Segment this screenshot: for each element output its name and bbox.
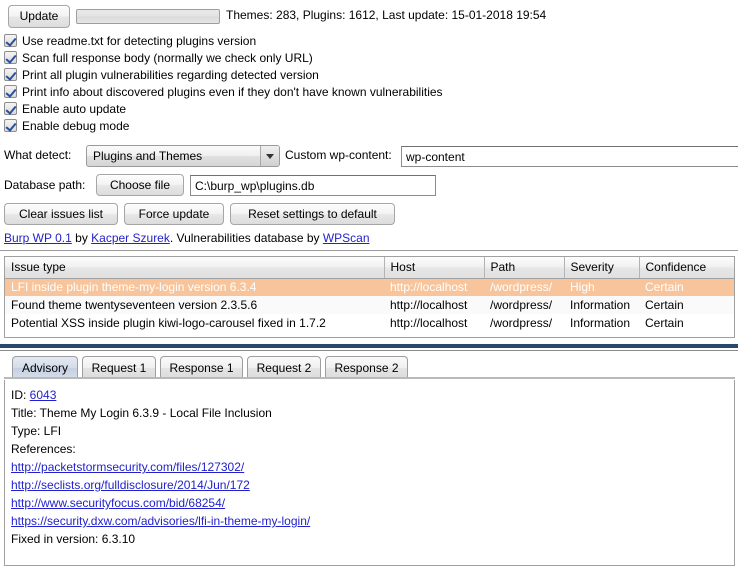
table-row[interactable]: Potential XSS inside plugin kiwi-logo-ca…	[5, 314, 734, 332]
option-label: Print all plugin vulnerabilities regardi…	[22, 67, 319, 82]
reference-link[interactable]: http://seclists.org/fulldisclosure/2014/…	[11, 478, 250, 492]
reset-settings-button[interactable]: Reset settings to default	[230, 203, 395, 225]
cell-host: http://localhost	[384, 278, 484, 296]
column-header-host[interactable]: Host	[384, 257, 485, 279]
choose-file-button[interactable]: Choose file	[96, 174, 184, 196]
reference-link[interactable]: http://packetstormsecurity.com/files/127…	[11, 460, 244, 474]
advisory-content-panel: ID: 6043 Title: Theme My Login 6.3.9 - L…	[4, 380, 735, 566]
checkbox-checked-icon[interactable]	[4, 119, 17, 132]
column-header-issue-type[interactable]: Issue type	[5, 257, 385, 279]
split-accent-line	[0, 350, 738, 351]
cell-severity: Information	[564, 314, 639, 332]
credit-by-text: by	[71, 231, 92, 245]
detect-settings-row: What detect: Plugins and Themes Custom w…	[4, 144, 738, 168]
cell-issue-type: LFI inside plugin theme-my-login version…	[5, 278, 384, 296]
option-label: Use readme.txt for detecting plugins ver…	[22, 33, 257, 48]
wpscan-link[interactable]: WPScan	[323, 231, 370, 245]
reference-link[interactable]: http://www.securityfocus.com/bid/68254/	[11, 496, 225, 510]
advisory-fixed-line: Fixed in version: 6.3.10	[11, 532, 136, 546]
advisory-reference-item: http://seclists.org/fulldisclosure/2014/…	[11, 476, 728, 494]
option-label: Enable debug mode	[22, 118, 130, 133]
burp-wp-link[interactable]: Burp WP 0.1	[4, 231, 72, 245]
advisory-type-line: Type: LFI	[11, 424, 62, 438]
advisory-reference-item: http://www.securityfocus.com/bid/68254/	[11, 494, 728, 512]
checkbox-checked-icon[interactable]	[4, 102, 17, 115]
cell-severity: High	[564, 278, 639, 296]
tab-request-1[interactable]: Request 1	[82, 356, 156, 379]
checkbox-checked-icon[interactable]	[4, 85, 17, 98]
database-path-row: Database path: Choose file C:\burp_wp\pl…	[4, 174, 734, 198]
advisory-id-link[interactable]: 6043	[30, 388, 57, 402]
database-path-label: Database path:	[4, 178, 86, 192]
credits-line: Burp WP 0.1 by Kacper Szurek. Vulnerabil…	[4, 231, 370, 245]
option-label: Print info about discovered plugins even…	[22, 84, 443, 99]
table-row[interactable]: LFI inside plugin theme-my-login version…	[5, 278, 734, 296]
advisory-reference-item: http://packetstormsecurity.com/files/127…	[11, 458, 728, 476]
custom-wp-content-label: Custom wp-content:	[285, 148, 392, 162]
what-detect-selected-value: Plugins and Themes	[93, 149, 203, 163]
option-label: Enable auto update	[22, 101, 127, 116]
checkbox-checked-icon[interactable]	[4, 68, 17, 81]
issues-table-header-row: Issue type Host Path Severity Confidence	[5, 257, 734, 279]
cell-path: /wordpress/	[484, 314, 564, 332]
clear-issues-list-button[interactable]: Clear issues list	[4, 203, 118, 225]
section-divider	[0, 250, 738, 251]
force-update-button[interactable]: Force update	[124, 203, 224, 225]
tab-underline	[4, 377, 735, 379]
cell-severity: Information	[564, 296, 639, 314]
cell-host: http://localhost	[384, 296, 484, 314]
advisory-id-label: ID:	[11, 388, 30, 402]
update-progress-bar	[76, 9, 220, 24]
chevron-down-icon[interactable]	[260, 146, 279, 166]
author-link[interactable]: Kacper Szurek	[91, 231, 170, 245]
cell-confidence: Certain	[639, 278, 734, 296]
column-header-severity[interactable]: Severity	[564, 257, 640, 279]
checkbox-checked-icon[interactable]	[4, 34, 17, 47]
table-row[interactable]: Found theme twentyseventeen version 2.3.…	[5, 296, 734, 314]
tab-advisory[interactable]: Advisory	[12, 356, 78, 379]
what-detect-label: What detect:	[4, 148, 72, 162]
tab-response-1[interactable]: Response 1	[160, 356, 243, 379]
option-scan-full-response-body[interactable]: Scan full response body (normally we che…	[4, 49, 734, 66]
option-enable-auto-update[interactable]: Enable auto update	[4, 100, 734, 117]
option-print-discovered-plugins[interactable]: Print info about discovered plugins even…	[4, 83, 734, 100]
burp-wp-extension-panel: Update Themes: 283, Plugins: 1612, Last …	[0, 0, 738, 569]
cell-confidence: Certain	[639, 314, 734, 332]
detail-tab-strip: Advisory Request 1 Response 1 Request 2 …	[4, 355, 735, 379]
cell-host: http://localhost	[384, 314, 484, 332]
database-status-text: Themes: 283, Plugins: 1612, Last update:…	[226, 8, 547, 22]
advisory-references-label: References:	[11, 442, 76, 456]
issues-table-panel[interactable]: Issue type Host Path Severity Confidence…	[4, 256, 735, 338]
tab-request-2[interactable]: Request 2	[247, 356, 321, 379]
database-path-input[interactable]: C:\burp_wp\plugins.db	[190, 175, 436, 196]
advisory-reference-item: https://security.dxw.com/advisories/lfi-…	[11, 512, 728, 530]
credit-mid-text: . Vulnerabilities database by	[169, 231, 323, 245]
issues-table: Issue type Host Path Severity Confidence…	[5, 257, 734, 332]
cell-issue-type: Found theme twentyseventeen version 2.3.…	[5, 296, 384, 314]
option-use-readme[interactable]: Use readme.txt for detecting plugins ver…	[4, 32, 734, 49]
option-enable-debug-mode[interactable]: Enable debug mode	[4, 117, 734, 134]
cell-confidence: Certain	[639, 296, 734, 314]
what-detect-select[interactable]: Plugins and Themes	[86, 145, 280, 167]
update-toolbar: Update Themes: 283, Plugins: 1612, Last …	[4, 4, 734, 30]
checkbox-checked-icon[interactable]	[4, 51, 17, 64]
option-print-all-vulnerabilities[interactable]: Print all plugin vulnerabilities regardi…	[4, 66, 734, 83]
custom-wp-content-input[interactable]: wp-content	[401, 146, 738, 167]
advisory-id-line: ID: 6043	[11, 386, 728, 404]
options-checkbox-group: Use readme.txt for detecting plugins ver…	[4, 32, 734, 134]
cell-path: /wordpress/	[484, 296, 564, 314]
column-header-path[interactable]: Path	[484, 257, 565, 279]
cell-path: /wordpress/	[484, 278, 564, 296]
column-header-confidence[interactable]: Confidence	[639, 257, 734, 279]
tab-response-2[interactable]: Response 2	[325, 356, 408, 379]
option-label: Scan full response body (normally we che…	[22, 50, 313, 65]
update-button[interactable]: Update	[8, 5, 70, 28]
cell-issue-type: Potential XSS inside plugin kiwi-logo-ca…	[5, 314, 384, 332]
advisory-title-line: Title: Theme My Login 6.3.9 - Local File…	[11, 406, 272, 420]
reference-link[interactable]: https://security.dxw.com/advisories/lfi-…	[11, 514, 310, 528]
